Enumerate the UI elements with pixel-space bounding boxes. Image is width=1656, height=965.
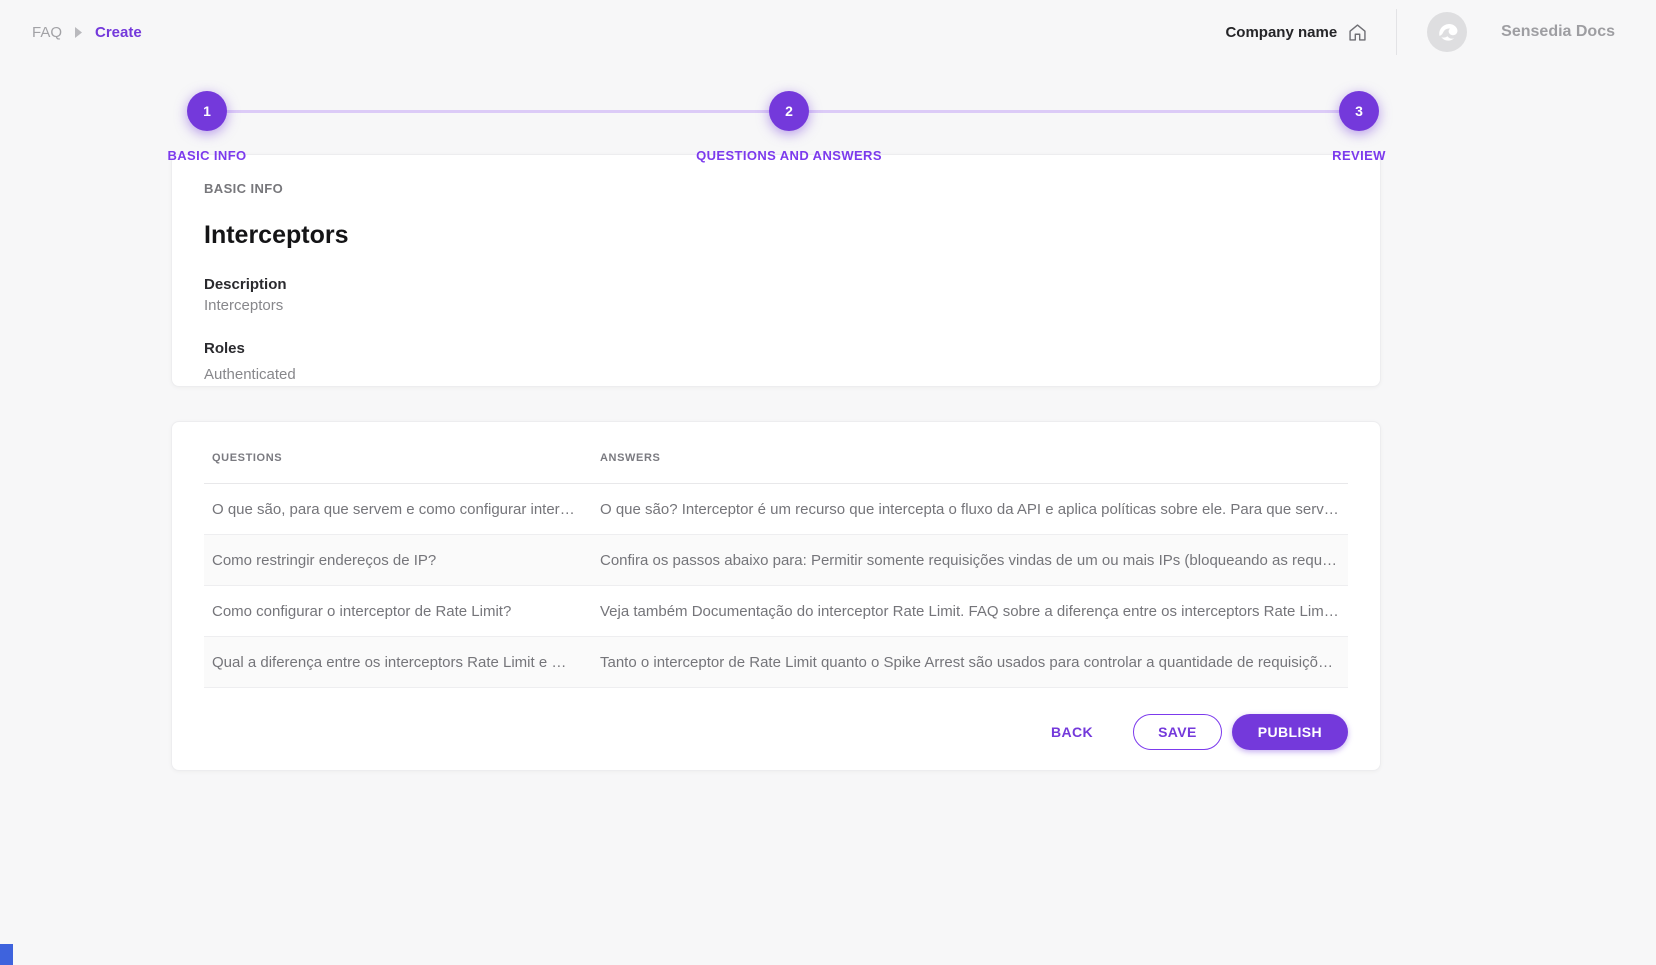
table-row[interactable]: Qual a diferença entre os interceptors R… — [204, 637, 1348, 688]
top-bar: FAQ Create Company name Sensedia Docs — [0, 0, 1656, 64]
roles-label: Roles — [204, 340, 1348, 357]
form-actions: BACK SAVE PUBLISH — [204, 714, 1348, 750]
brand-name: Sensedia Docs — [1501, 23, 1615, 41]
breadcrumb-faq[interactable]: FAQ — [32, 24, 62, 41]
answers-column-header: ANSWERS — [600, 452, 1348, 483]
answer-cell: Confira os passos abaixo para: Permitir … — [600, 552, 1348, 569]
question-cell: Qual a diferença entre os interceptors R… — [204, 654, 600, 671]
answer-cell: Tanto o interceptor de Rate Limit quanto… — [600, 654, 1348, 671]
description-value: Interceptors — [204, 297, 1348, 314]
table-row[interactable]: Como restringir endereços de IP? Confira… — [204, 535, 1348, 586]
question-cell: Como configurar o interceptor de Rate Li… — [204, 603, 600, 620]
topbar-right-cluster: Company name Sensedia Docs — [1225, 9, 1615, 55]
step-questions-answers[interactable]: 2 QUESTIONS AND ANSWERS — [629, 91, 949, 163]
publish-button[interactable]: PUBLISH — [1232, 714, 1348, 750]
sensedia-logo-icon — [1427, 12, 1467, 52]
answer-cell: Veja também Documentação do interceptor … — [600, 603, 1348, 620]
step-basic-info[interactable]: 1 BASIC INFO — [47, 91, 367, 163]
step-3-label: REVIEW — [1332, 148, 1386, 163]
table-row[interactable]: Como configurar o interceptor de Rate Li… — [204, 586, 1348, 637]
breadcrumb: FAQ Create — [32, 24, 142, 41]
questions-column-header: QUESTIONS — [204, 452, 600, 483]
description-field: Description Interceptors — [204, 276, 1348, 314]
wizard-stepper: 1 BASIC INFO 2 QUESTIONS AND ANSWERS 3 R… — [0, 68, 1656, 146]
roles-value: Authenticated — [204, 366, 1348, 383]
home-icon[interactable] — [1347, 22, 1368, 43]
back-button[interactable]: BACK — [1035, 714, 1109, 750]
chevron-right-icon — [74, 27, 83, 38]
question-cell: O que são, para que servem e como config… — [204, 501, 600, 518]
breadcrumb-create: Create — [95, 24, 142, 41]
qa-table-body: O que são, para que servem e como config… — [204, 484, 1348, 688]
step-2-circle[interactable]: 2 — [769, 91, 809, 131]
faq-title: Interceptors — [204, 221, 1348, 250]
question-cell: Como restringir endereços de IP? — [204, 552, 600, 569]
basic-info-card: BASIC INFO Interceptors Description Inte… — [171, 154, 1381, 387]
basic-info-section-label: BASIC INFO — [204, 181, 1348, 196]
step-3-circle[interactable]: 3 — [1339, 91, 1379, 131]
step-1-circle[interactable]: 1 — [187, 91, 227, 131]
step-review[interactable]: 3 REVIEW — [1199, 91, 1519, 163]
step-2-label: QUESTIONS AND ANSWERS — [696, 148, 882, 163]
company-name: Company name — [1225, 24, 1337, 41]
questions-answers-card: QUESTIONS ANSWERS O que são, para que se… — [171, 421, 1381, 771]
qa-table-header: QUESTIONS ANSWERS — [204, 452, 1348, 484]
table-row[interactable]: O que são, para que servem e como config… — [204, 484, 1348, 535]
save-button[interactable]: SAVE — [1133, 714, 1222, 750]
description-label: Description — [204, 276, 1348, 293]
roles-field: Roles Authenticated — [204, 340, 1348, 383]
topbar-divider — [1396, 9, 1397, 55]
step-1-label: BASIC INFO — [167, 148, 246, 163]
qa-table: QUESTIONS ANSWERS O que são, para que se… — [204, 452, 1348, 688]
answer-cell: O que são? Interceptor é um recurso que … — [600, 501, 1348, 518]
bottom-left-blue-artifact — [0, 944, 13, 965]
